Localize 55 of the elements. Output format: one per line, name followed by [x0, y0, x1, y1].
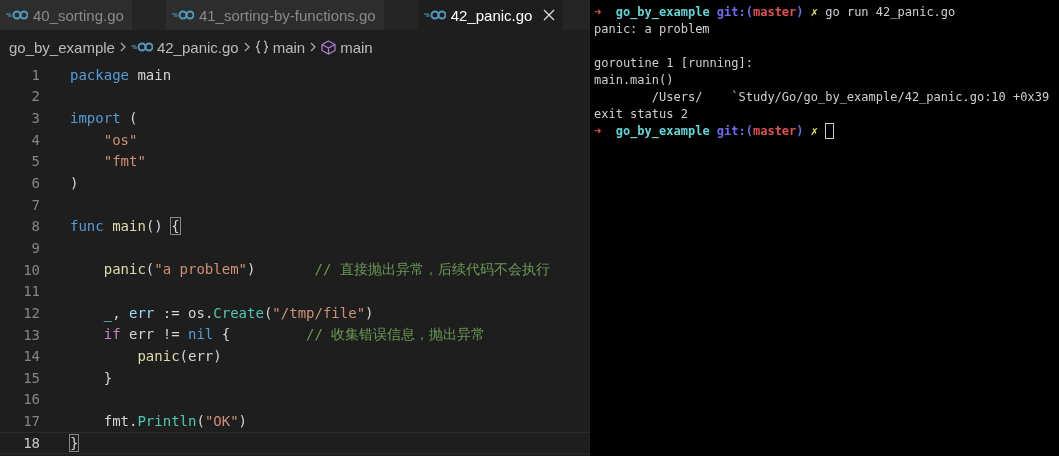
terminal-line: ➜ go_by_example git:(master) ✗ — [594, 123, 818, 138]
code-line: package main — [70, 66, 172, 83]
line-number: 8 — [30, 218, 40, 235]
line-number: 16 — [22, 391, 40, 408]
breadcrumb-item[interactable]: main — [340, 38, 373, 56]
go-file-icon — [423, 10, 446, 20]
line-number: 12 — [22, 304, 40, 321]
line-number: 4 — [30, 131, 40, 148]
cube-icon — [321, 39, 337, 55]
chevron-right-icon — [118, 41, 127, 53]
line-number: 5 — [30, 153, 40, 170]
terminal-line: goroutine 1 [running]: — [594, 55, 753, 70]
terminal-line: exit status 2 — [594, 106, 688, 121]
line-number: 15 — [22, 369, 40, 386]
go-file-icon — [6, 10, 28, 20]
line-number: 3 — [30, 110, 40, 127]
breadcrumb-item[interactable]: go_by_example — [9, 38, 115, 56]
code-line: import ( — [70, 110, 138, 127]
code-line: "os" — [102, 131, 138, 148]
go-file-icon — [171, 10, 194, 20]
line-number: 2 — [30, 88, 40, 105]
terminal-line: ➜ go_by_example git:(master) ✗ go run 42_panic.go — [594, 4, 956, 19]
line-number: 11 — [22, 283, 40, 300]
breadcrumb-item[interactable]: main — [272, 38, 306, 56]
line-number: 6 — [30, 175, 40, 191]
line-number: 13 — [22, 326, 40, 343]
code-line: panic("a problem") // 直接抛出异常，后续代码不会执行 — [102, 260, 550, 279]
code-line: ) — [70, 175, 79, 191]
terminal-line: panic: a problem — [594, 21, 710, 36]
code-line: if err != nil { // 收集错误信息，抛出异常 — [102, 325, 486, 344]
code-line: _, err := os.Create("/tmp/file") — [102, 304, 374, 321]
code-line: func main() { — [70, 218, 180, 235]
line-number: 10 — [22, 261, 40, 278]
code-line: } — [102, 369, 113, 386]
close-icon[interactable] — [543, 9, 556, 21]
terminal-line: main.main() — [594, 72, 674, 87]
line-number: 14 — [22, 348, 40, 365]
braces-icon — [254, 40, 269, 54]
code-line: "fmt" — [102, 153, 146, 170]
editor-tab[interactable]: 42_panic.go — [417, 0, 564, 30]
line-number: 7 — [30, 196, 40, 213]
code-line: } — [70, 434, 79, 451]
breadcrumb-item[interactable]: 42_panic.go — [156, 38, 239, 56]
terminal-line: /Users/ `Study/Go/go_by_example/42_panic.go:10 +0x39 — [650, 89, 1050, 104]
editor-tab[interactable]: 40_sorting.go — [0, 0, 132, 30]
code-line: panic(err) — [136, 348, 222, 365]
line-number: 17 — [22, 413, 40, 430]
chevron-right-icon — [242, 41, 251, 53]
line-number: 9 — [30, 239, 40, 256]
editor-tab[interactable]: 41_sorting-by-functions.go — [165, 0, 384, 30]
code-line: fmt.Println("OK") — [102, 413, 248, 430]
line-number: 18 — [22, 434, 40, 451]
chevron-right-icon — [309, 41, 318, 53]
go-file-icon — [130, 42, 153, 52]
line-number: 1 — [30, 66, 40, 83]
